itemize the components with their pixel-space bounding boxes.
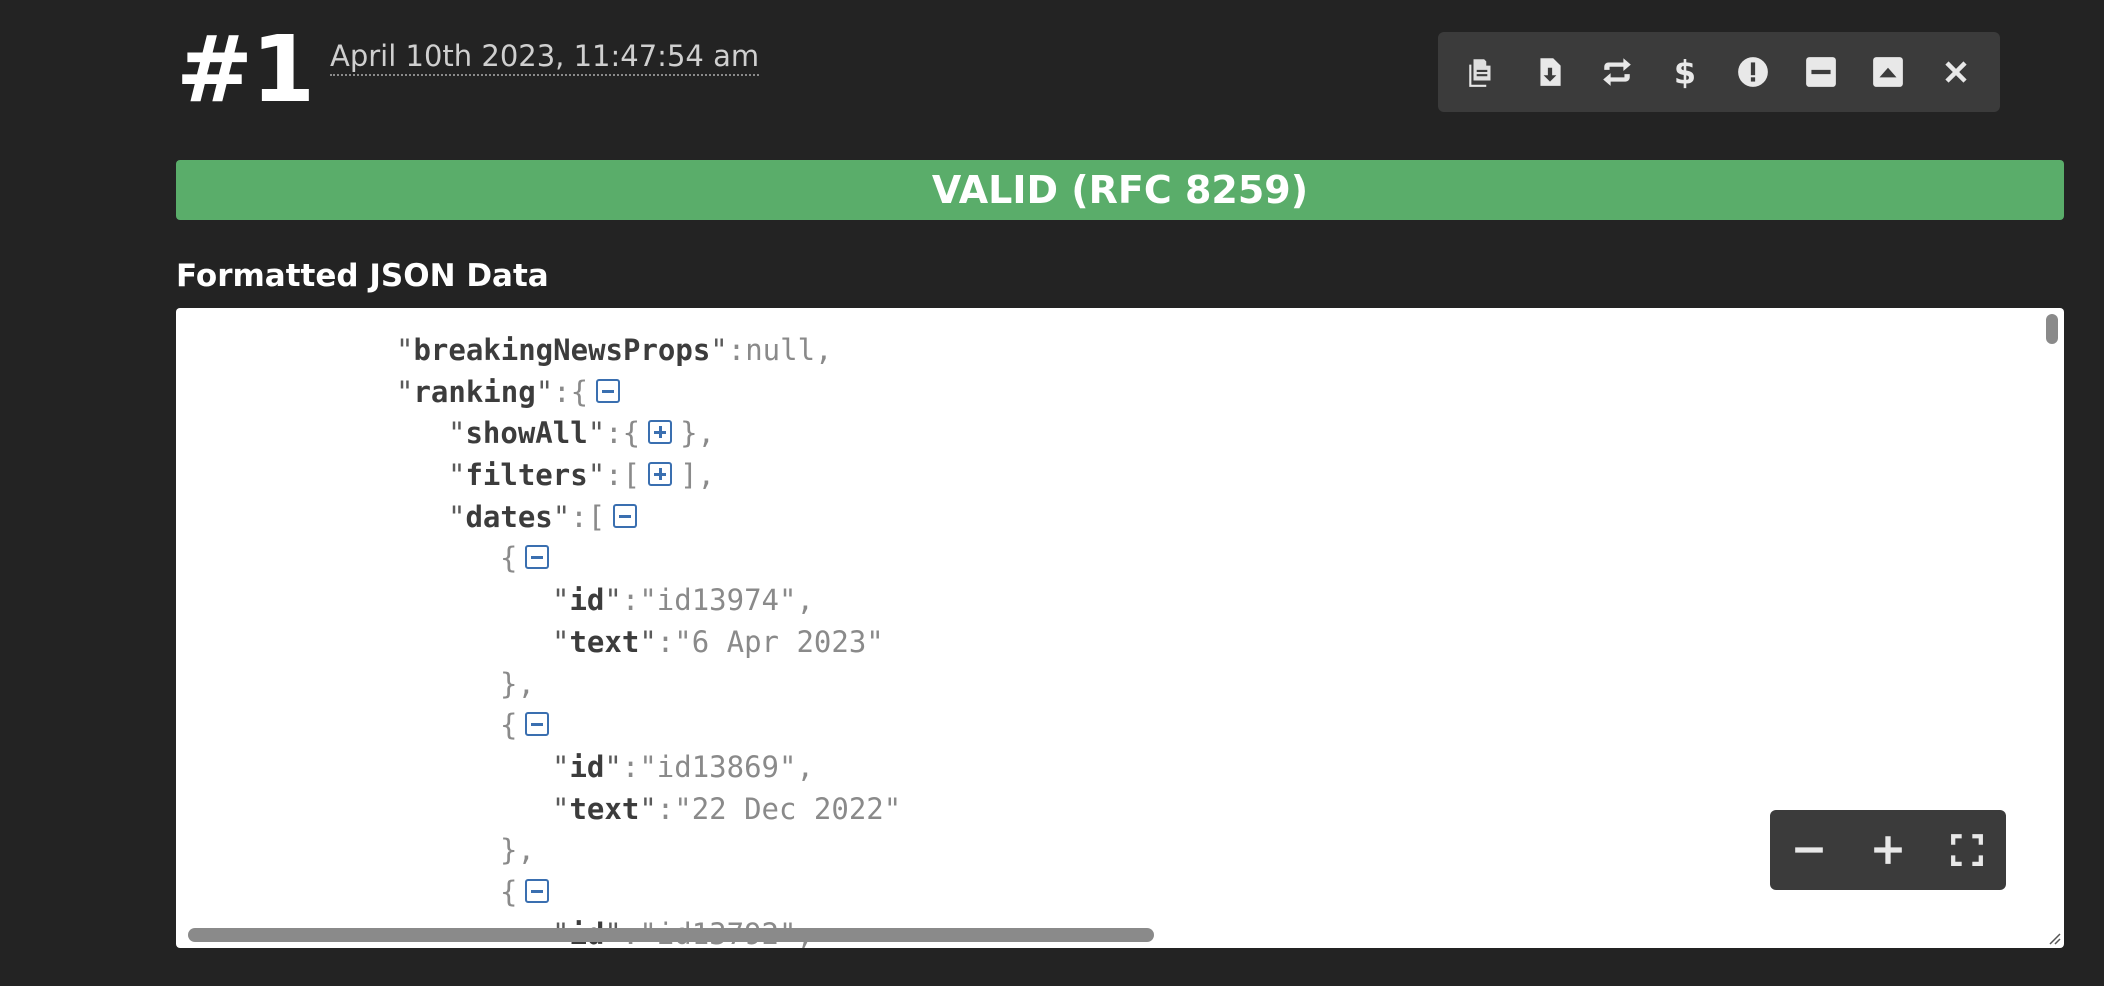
json-line: "id":"id13869", <box>552 749 814 784</box>
json-key: breakingNewsProps <box>413 333 711 367</box>
resize-grip-icon[interactable] <box>2046 930 2062 946</box>
dollar-icon: $ <box>1674 55 1696 89</box>
json-key: ranking <box>413 374 536 409</box>
json-bracket: }, <box>500 666 535 701</box>
json-line: "breakingNewsProps":null, <box>396 333 833 367</box>
fullscreen-icon <box>1950 834 1983 866</box>
close-icon <box>1945 61 1967 83</box>
minimize-button[interactable] <box>1793 44 1849 100</box>
minimize-icon <box>1805 57 1836 87</box>
json-bracket: { <box>500 708 518 743</box>
json-value: "id13869", <box>639 749 814 784</box>
collapse-toggle-icon[interactable] <box>525 878 550 903</box>
copy-button[interactable] <box>1454 44 1510 100</box>
json-line: "text":"6 Apr 2023" <box>552 624 884 659</box>
svg-text:$: $ <box>1674 55 1696 89</box>
json-bracket: { <box>500 541 518 576</box>
section-title: Formatted JSON Data <box>176 258 549 294</box>
alert-button[interactable] <box>1725 44 1781 100</box>
expand-toggle-icon[interactable] <box>648 462 673 487</box>
json-bracket: }, <box>500 833 535 868</box>
json-key: text <box>569 624 640 659</box>
json-key: filters <box>465 458 588 493</box>
json-line: { <box>176 538 2064 580</box>
json-line: "showAll":{}, <box>448 416 716 451</box>
json-separator: : <box>553 374 571 409</box>
json-key: showAll <box>465 416 588 451</box>
collapse-toggle-icon[interactable] <box>525 712 550 737</box>
json-separator: : <box>727 333 746 367</box>
json-bracket: ], <box>680 458 716 493</box>
json-line: }, <box>176 664 2064 706</box>
json-bracket: [ <box>622 458 641 493</box>
json-value: "id13974", <box>639 583 814 618</box>
json-value: "6 Apr 2023" <box>674 624 884 659</box>
result-number: #1 <box>176 16 315 123</box>
download-icon <box>1540 58 1561 86</box>
json-key: text <box>569 791 640 826</box>
zoom-in-button[interactable] <box>1860 822 1916 878</box>
json-line: "ranking":{ <box>176 372 2064 414</box>
collapse-toggle-icon[interactable] <box>596 378 621 403</box>
expand-toggle-icon[interactable] <box>648 420 673 445</box>
dollar-button[interactable]: $ <box>1657 44 1713 100</box>
json-line: { <box>176 705 2064 747</box>
collapse-icon <box>1873 57 1904 87</box>
json-separator: : <box>621 583 640 618</box>
validation-status-label: VALID (RFC 8259) <box>931 168 1309 212</box>
zoom-out-button[interactable] <box>1781 822 1837 878</box>
zoom-out-icon <box>1795 847 1824 853</box>
vertical-scrollbar[interactable] <box>2046 314 2058 344</box>
json-separator: : <box>605 458 623 493</box>
json-bracket: [ <box>587 499 606 534</box>
result-timestamp: April 10th 2023, 11:47:54 am <box>330 38 760 76</box>
zoom-controls <box>1770 810 2006 890</box>
json-separator: : <box>656 791 675 826</box>
json-line: "id":"id13974", <box>552 583 814 618</box>
zoom-in-icon <box>1874 836 1902 864</box>
json-separator: : <box>570 499 588 534</box>
collapse-toggle-icon[interactable] <box>613 503 638 528</box>
horizontal-scrollbar[interactable] <box>188 928 1154 942</box>
refresh-button[interactable] <box>1589 44 1645 100</box>
json-bracket: { <box>622 416 641 451</box>
close-button[interactable] <box>1928 44 1984 100</box>
json-bracket: { <box>570 374 589 409</box>
json-key: id <box>569 583 605 618</box>
fullscreen-button[interactable] <box>1939 822 1995 878</box>
json-separator: : <box>621 749 640 784</box>
json-value: "22 Dec 2022" <box>674 791 902 826</box>
download-button[interactable] <box>1522 44 1578 100</box>
json-bracket: }, <box>680 416 716 451</box>
refresh-icon <box>1603 58 1632 86</box>
alert-icon <box>1738 57 1768 87</box>
json-line: "dates":[ <box>176 497 2064 539</box>
json-separator: : <box>605 416 623 451</box>
result-toolbar: $ <box>1438 32 2000 112</box>
copy-icon <box>1469 59 1491 87</box>
json-bracket: { <box>500 874 518 909</box>
json-line: "filters":[], <box>448 458 716 493</box>
collapse-toggle-icon[interactable] <box>525 545 550 570</box>
json-key: dates <box>465 499 553 534</box>
json-key: id <box>569 749 605 784</box>
json-separator: : <box>656 624 675 659</box>
json-value: null, <box>745 333 833 367</box>
validation-status-banner: VALID (RFC 8259) <box>176 160 2064 220</box>
collapse-button[interactable] <box>1860 44 1916 100</box>
